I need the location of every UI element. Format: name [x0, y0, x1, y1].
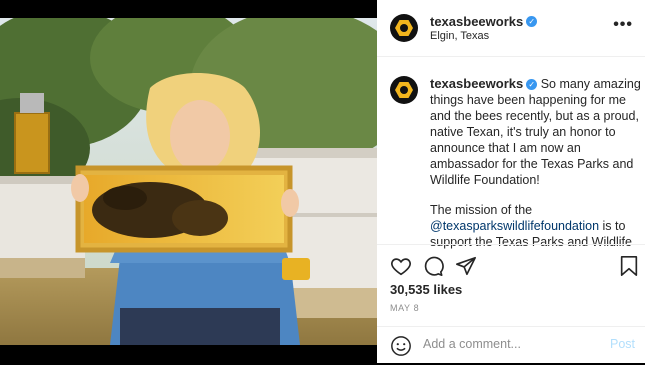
mention-link[interactable]: @texasparkswildlifefoundation [430, 219, 599, 233]
share-icon[interactable] [455, 255, 477, 277]
beekeeper-photo [0, 18, 377, 345]
caption-username[interactable]: texasbeeworks [430, 76, 523, 91]
post-date[interactable]: MAY 8 [390, 303, 419, 313]
post-details-panel: texasbeeworks ✓ Elgin, Texas ••• texasbee… [377, 0, 645, 363]
location-link[interactable]: Elgin, Texas [430, 30, 489, 42]
caption: texasbeeworks ✓ So many amazing things ha… [430, 76, 642, 250]
comment-icon[interactable] [422, 255, 444, 277]
more-icon[interactable]: ••• [613, 16, 633, 34]
emoji-icon[interactable] [390, 335, 412, 357]
heart-icon[interactable] [390, 255, 412, 277]
verified-badge-icon: ✓ [526, 79, 538, 91]
comment-input[interactable]: Add a comment... [423, 337, 521, 351]
verified-badge-icon: ✓ [526, 16, 538, 28]
bookmark-icon[interactable] [619, 255, 639, 277]
post-comment-button[interactable]: Post [610, 337, 635, 351]
caption-text: So many amazing things have been happeni… [430, 77, 641, 187]
post-header: texasbeeworks ✓ Elgin, Texas ••• [377, 0, 645, 57]
comment-bar: Add a comment... Post [377, 326, 645, 364]
likes-count[interactable]: 30,535 likes [390, 282, 462, 297]
header-username[interactable]: texasbeeworks [430, 14, 523, 29]
caption-text-2a: The mission of the [430, 203, 533, 217]
caption-avatar[interactable] [390, 76, 418, 104]
post-photo[interactable] [0, 18, 377, 345]
header-username-row: texasbeeworks ✓ [430, 13, 538, 31]
avatar[interactable] [390, 14, 418, 42]
